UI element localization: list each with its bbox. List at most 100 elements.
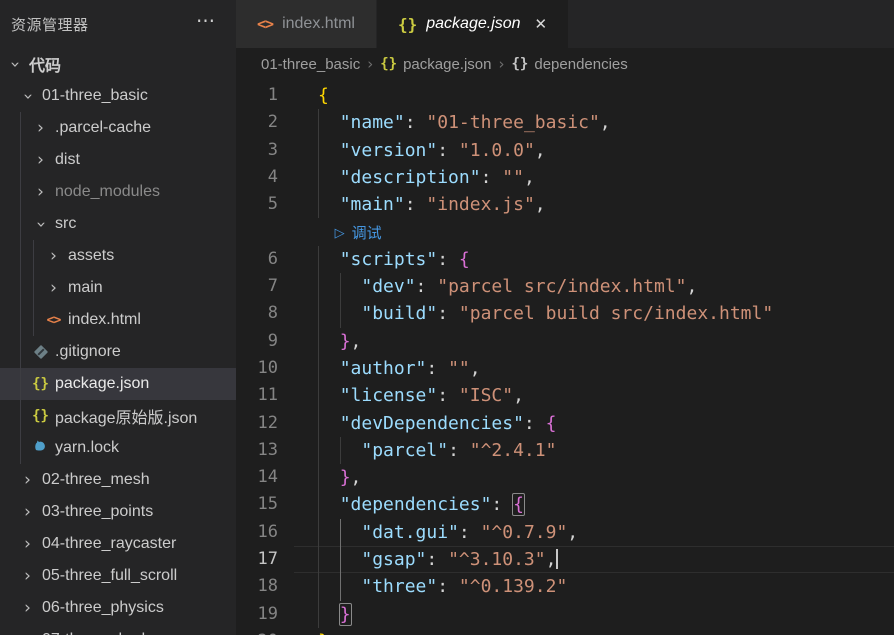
line-number[interactable]: 19 (236, 601, 294, 628)
breadcrumb-item-dependencies[interactable]: {}dependencies (512, 56, 628, 73)
code-editor[interactable]: 1{2 "name": "01-three_basic",3 "version"… (236, 80, 894, 635)
tree-item-index-html[interactable]: <>index.html (0, 304, 236, 336)
line-content[interactable]: "devDependencies": { (294, 410, 894, 437)
line-content[interactable]: ▷调试 (294, 218, 894, 245)
code-token: { (546, 413, 557, 434)
indent-guide (318, 355, 319, 382)
indent-guide (318, 300, 319, 327)
breadcrumb-item-01-three-basic[interactable]: 01-three_basic (261, 56, 360, 73)
tree-item-dist[interactable]: ›dist (0, 144, 236, 176)
tree-item-06-three-physics[interactable]: ›06-three_physics (0, 592, 236, 624)
line-content[interactable]: "parcel": "^2.4.1" (294, 437, 894, 464)
close-icon[interactable]: ✕ (535, 15, 548, 33)
tree-item-04-three-raycaster[interactable]: ›04-three_raycaster (0, 528, 236, 560)
tree-item-package-json[interactable]: {}package原始版.json (0, 400, 236, 432)
tree-item-parcel-cache[interactable]: ›.parcel-cache (0, 112, 236, 144)
line-content[interactable]: "description": "", (294, 164, 894, 191)
tab-bar: <>index.html{}package.json✕ (236, 0, 894, 48)
tab-index-html[interactable]: <>index.html (236, 0, 377, 48)
line-content[interactable]: "dev": "parcel src/index.html", (294, 273, 894, 300)
indent-guide (318, 137, 319, 164)
line-number[interactable]: 14 (236, 464, 294, 491)
line-number[interactable]: 15 (236, 491, 294, 518)
code-token: , (686, 276, 697, 297)
line-content[interactable]: "build": "parcel build src/index.html" (294, 300, 894, 327)
indent-guide (318, 273, 319, 300)
chevron-right-icon[interactable]: › (37, 120, 44, 137)
line-content[interactable]: "three": "^0.139.2" (294, 573, 894, 600)
tree-item-node-modules[interactable]: ›node_modules (0, 176, 236, 208)
line-content[interactable]: "license": "ISC", (294, 382, 894, 409)
tree-item-package-json[interactable]: {}package.json (0, 368, 236, 400)
chevron-right-icon[interactable]: › (37, 152, 44, 169)
line-number[interactable]: 18 (236, 573, 294, 600)
line-number[interactable]: 2 (236, 109, 294, 136)
line-number[interactable]: 17 (236, 546, 294, 573)
line-content[interactable]: "scripts": { (294, 246, 894, 273)
tree-item-assets[interactable]: ›assets (0, 240, 236, 272)
more-actions-button[interactable]: ⋯ (196, 10, 217, 34)
tree-item-yarn-lock[interactable]: yarn.lock (0, 432, 236, 464)
chevron-right-icon[interactable]: › (24, 504, 31, 521)
chevron-right-icon[interactable]: › (24, 536, 31, 553)
code-token: "01-three_basic" (426, 112, 599, 133)
code-token: "dat.gui" (361, 522, 459, 543)
line-number[interactable]: 4 (236, 164, 294, 191)
chevron-right-icon[interactable]: › (24, 600, 31, 617)
line-content[interactable]: "gsap": "^3.10.3", (294, 546, 894, 573)
tree-item-src[interactable]: ›src (0, 208, 236, 240)
tree-item-label: 03-three_points (42, 503, 153, 521)
tree-item-gitignore[interactable]: .gitignore (0, 336, 236, 368)
code-token: } (318, 631, 329, 635)
line-number[interactable]: 13 (236, 437, 294, 464)
tree-item-01-three-basic[interactable]: ›01-three_basic (0, 80, 236, 112)
tree-item-main[interactable]: ›main (0, 272, 236, 304)
tab-package-json[interactable]: {}package.json✕ (377, 0, 568, 48)
chevron-right-icon[interactable]: › (24, 632, 31, 635)
line-number[interactable]: 10 (236, 355, 294, 382)
line-number[interactable]: 6 (236, 246, 294, 273)
chevron-down-icon[interactable]: › (32, 221, 49, 228)
indent-guide (318, 164, 319, 191)
breadcrumb-item-package-json[interactable]: {}package.json (380, 56, 491, 73)
line-number[interactable]: 11 (236, 382, 294, 409)
tree-item-slot (32, 439, 49, 457)
chevron-right-icon[interactable]: › (37, 184, 44, 201)
line-number[interactable]: 3 (236, 137, 294, 164)
chevron-right-icon[interactable]: › (50, 248, 57, 265)
line-content[interactable]: "version": "1.0.0", (294, 137, 894, 164)
codelens-debug-link[interactable]: ▷调试 (335, 220, 382, 247)
line-number[interactable]: 7 (236, 273, 294, 300)
line-content[interactable]: "author": "", (294, 355, 894, 382)
tree-item-07-three-shader[interactable]: ›07-three_shader (0, 624, 236, 635)
line-number[interactable]: 9 (236, 328, 294, 355)
chevron-down-icon[interactable]: › (19, 93, 36, 100)
line-number[interactable]: 1 (236, 82, 294, 109)
line-content[interactable]: }, (294, 328, 894, 355)
chevron-right-icon[interactable]: › (24, 472, 31, 489)
chevron-right-icon[interactable]: › (24, 568, 31, 585)
chevron-down-icon[interactable]: › (6, 61, 23, 68)
line-number[interactable]: 20 (236, 628, 294, 635)
tree-item-05-three-full-scroll[interactable]: ›05-three_full_scroll (0, 560, 236, 592)
line-content[interactable]: } (294, 628, 894, 635)
tree-item-02-three-mesh[interactable]: ›02-three_mesh (0, 464, 236, 496)
line-content[interactable]: } (294, 601, 894, 628)
line-content[interactable]: "name": "01-three_basic", (294, 109, 894, 136)
line-content[interactable]: "dat.gui": "^0.7.9", (294, 519, 894, 546)
code-token: : (437, 140, 459, 161)
chevron-right-icon[interactable]: › (50, 280, 57, 297)
line-content[interactable]: "dependencies": { (294, 491, 894, 518)
line-number[interactable]: 16 (236, 519, 294, 546)
code-token: { (459, 249, 470, 270)
line-number[interactable] (236, 218, 294, 245)
line-number[interactable]: 12 (236, 410, 294, 437)
tree-item-root[interactable]: ›代码 (0, 48, 236, 80)
tree-item-03-three-points[interactable]: › 03-three_points (0, 496, 236, 528)
line-number[interactable]: 5 (236, 191, 294, 218)
line-content[interactable]: { (294, 82, 894, 109)
line-content[interactable]: "main": "index.js", (294, 191, 894, 218)
line-content[interactable]: }, (294, 464, 894, 491)
line-number[interactable]: 8 (236, 300, 294, 327)
code-token: "dependencies" (340, 494, 492, 515)
